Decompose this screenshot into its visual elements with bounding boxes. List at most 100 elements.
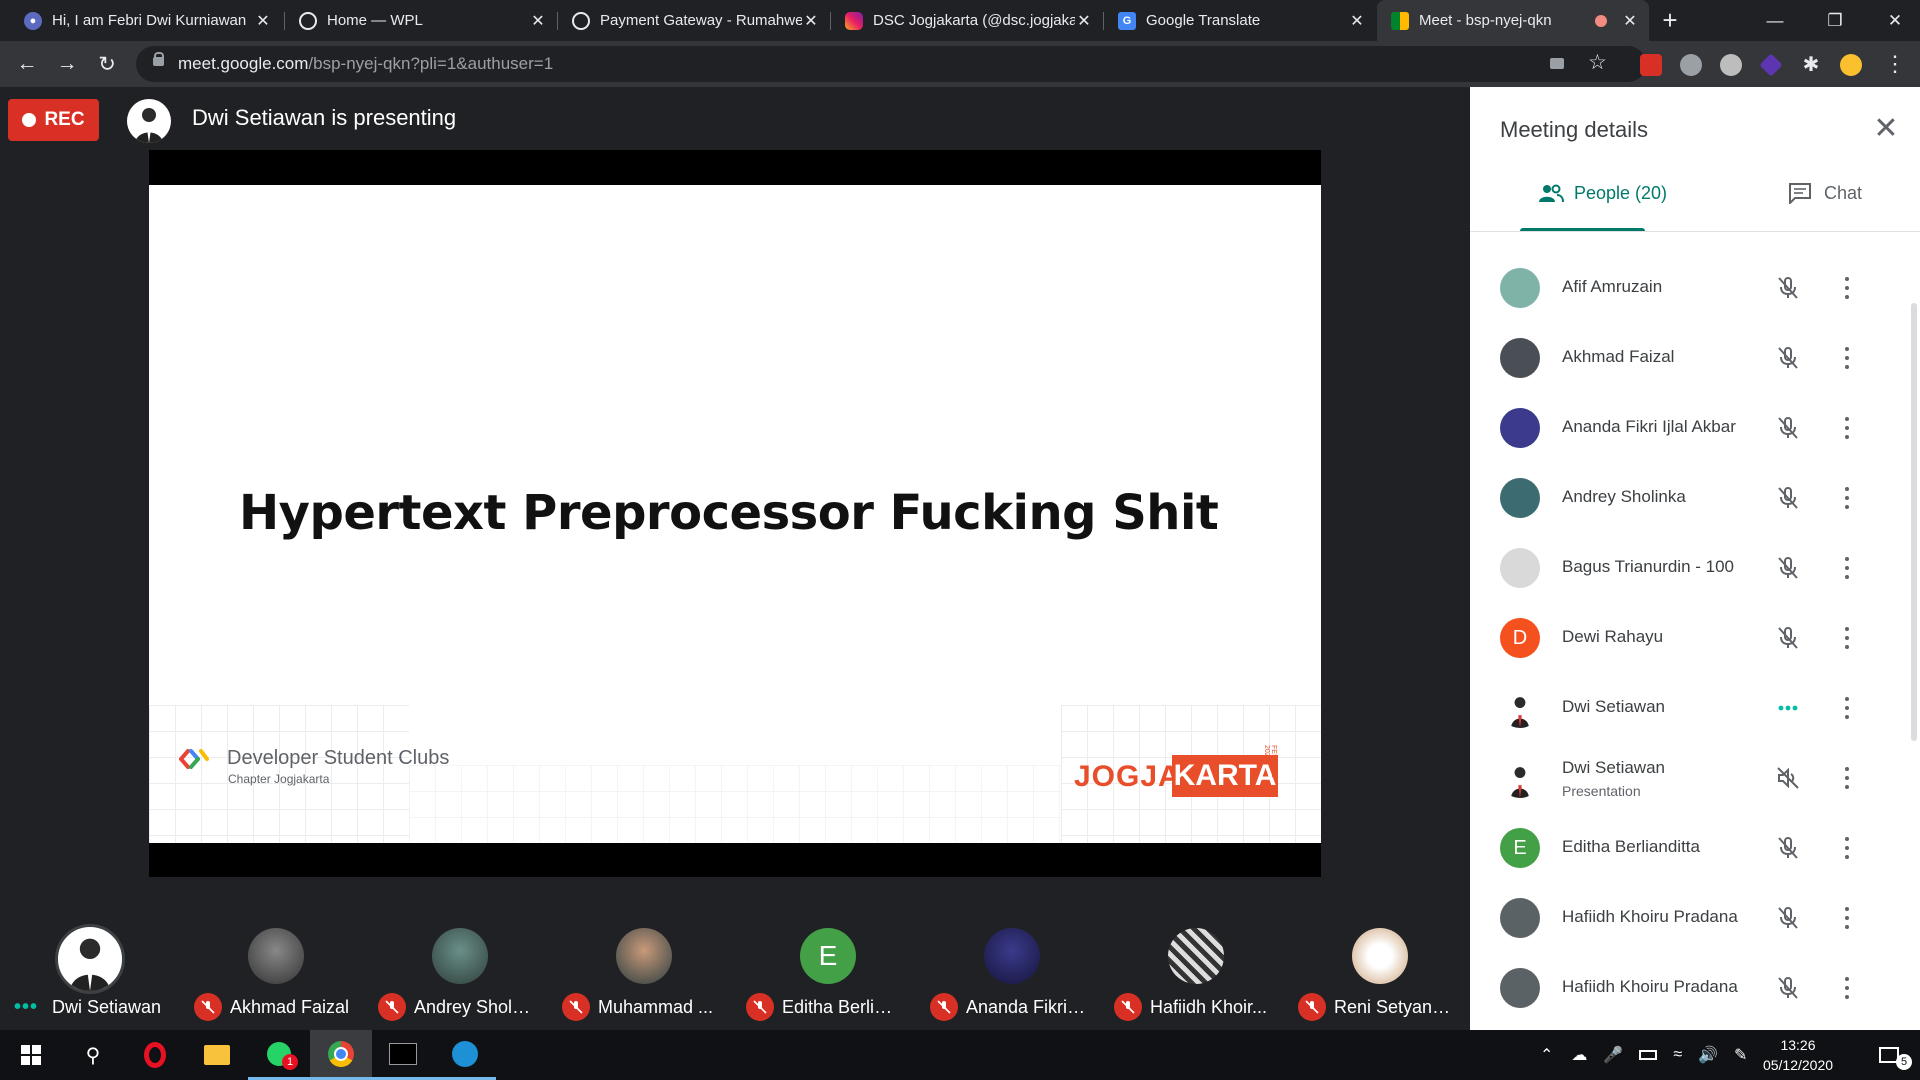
participant-row[interactable]: Ananda Fikri Ijlal Akbar <box>1470 393 1910 463</box>
participant-tile[interactable]: ••• Dwi Setiawan <box>0 880 184 1030</box>
more-options-icon[interactable] <box>1840 764 1854 792</box>
close-tab-icon[interactable]: ✕ <box>529 11 547 31</box>
participant-row[interactable]: E Editha Berlianditta <box>1470 813 1910 883</box>
participant-row[interactable]: Hafiidh Khoiru Pradana <box>1470 883 1910 953</box>
search-icon[interactable]: ⚲ <box>62 1030 124 1080</box>
windows-start-icon[interactable] <box>0 1030 62 1080</box>
close-tab-icon[interactable]: ✕ <box>802 11 820 31</box>
terminal-icon[interactable] <box>372 1030 434 1080</box>
address-bar[interactable]: meet.google.com/bsp-nyej-qkn?pli=1&authu… <box>136 46 1646 82</box>
more-options-icon[interactable] <box>1840 344 1854 372</box>
more-options-icon[interactable] <box>1840 414 1854 442</box>
wifi-icon[interactable]: ≈ <box>1673 1046 1682 1064</box>
avatar <box>616 928 672 984</box>
back-icon[interactable]: ← <box>12 49 42 79</box>
more-options-icon[interactable] <box>1840 484 1854 512</box>
chrome-icon[interactable] <box>310 1030 372 1080</box>
participant-row[interactable]: Akhmad Faizal <box>1470 323 1910 393</box>
forward-icon[interactable]: → <box>52 49 82 79</box>
close-window-icon[interactable]: ✕ <box>1865 0 1920 41</box>
edge-icon[interactable] <box>434 1030 496 1080</box>
profile-avatar[interactable] <box>1840 54 1862 76</box>
mic-off-icon <box>1775 835 1801 861</box>
panel-scrollbar[interactable] <box>1911 303 1917 741</box>
volume-off-icon <box>1775 765 1801 791</box>
restore-icon[interactable]: ❐ <box>1805 0 1865 41</box>
close-tab-icon[interactable]: ✕ <box>254 11 272 31</box>
browser-tab[interactable]: DSC Jogjakarta (@dsc.jogjakarta) ✕ <box>831 0 1103 41</box>
star-icon[interactable]: ☆ <box>1588 50 1607 75</box>
extension-cloud-icon[interactable] <box>1720 54 1742 76</box>
browser-tab[interactable]: Payment Gateway - Rumahweb ✕ <box>558 0 830 41</box>
more-options-icon[interactable] <box>1840 834 1854 862</box>
tab-chat[interactable]: Chat <box>1770 169 1880 217</box>
participant-tile[interactable]: E Editha Berlian... <box>736 880 920 1030</box>
file-explorer-icon[interactable] <box>186 1030 248 1080</box>
volume-icon[interactable]: 🔊 <box>1698 1045 1718 1065</box>
notification-center-icon[interactable]: 5 <box>1858 1030 1920 1080</box>
rec-label: REC <box>44 109 85 130</box>
more-options-icon[interactable] <box>1840 904 1854 932</box>
participant-row[interactable]: Andrey Sholinka <box>1470 463 1910 533</box>
participant-row[interactable]: D Dewi Rahayu <box>1470 603 1910 673</box>
camera-icon[interactable] <box>1550 58 1564 69</box>
opera-icon[interactable] <box>124 1030 186 1080</box>
browser-tab-active[interactable]: Meet - bsp-nyej-qkn ✕ <box>1377 0 1649 41</box>
new-tab-button[interactable]: + <box>1640 0 1700 41</box>
battery-icon[interactable] <box>1639 1050 1658 1060</box>
presenter-avatar <box>127 99 171 143</box>
more-options-icon[interactable] <box>1840 974 1854 1002</box>
avatar <box>432 928 488 984</box>
menu-more-icon[interactable]: ⋮ <box>1880 49 1910 79</box>
extension-globe-icon[interactable] <box>1680 54 1702 76</box>
participant-tile[interactable]: Andrey Sholin... <box>368 880 552 1030</box>
browser-tab[interactable]: G Google Translate ✕ <box>1104 0 1376 41</box>
avatar <box>1168 928 1224 984</box>
participant-label: Hafiidh Khoir... <box>1114 993 1288 1021</box>
avatar <box>1352 928 1408 984</box>
mic-off-icon <box>378 993 406 1021</box>
tab-people[interactable]: People (20) <box>1520 169 1685 217</box>
participant-tile[interactable]: Muhammad ... <box>552 880 736 1030</box>
extension-youtube-icon[interactable] <box>1640 54 1662 76</box>
participant-label: Editha Berlian... <box>746 993 920 1021</box>
tab-title: Hi, I am Febri Dwi Kurniawan <box>52 12 247 29</box>
participant-row[interactable]: Dwi Setiawan Presentation <box>1470 743 1910 813</box>
participant-tile[interactable]: Reni Setyanin... <box>1288 880 1472 1030</box>
onedrive-icon[interactable]: ☁ <box>1571 1045 1587 1065</box>
participant-row[interactable]: Afif Amruzain <box>1470 253 1910 323</box>
participant-tile[interactable]: Akhmad Faizal <box>184 880 368 1030</box>
participant-row[interactable]: Dwi Setiawan <box>1470 673 1910 743</box>
minimize-icon[interactable]: — <box>1745 0 1805 41</box>
participant-tile[interactable]: Ananda Fikri I... <box>920 880 1104 1030</box>
browser-tab[interactable]: ● Hi, I am Febri Dwi Kurniawan ✕ <box>10 0 282 41</box>
clock-time: 13:26 <box>1780 1037 1816 1053</box>
more-options-icon[interactable] <box>1840 274 1854 302</box>
whatsapp-icon[interactable]: 1 <box>248 1030 310 1080</box>
close-tab-icon[interactable]: ✕ <box>1348 11 1366 31</box>
participant-row[interactable]: Bagus Trianurdin - 100 <box>1470 533 1910 603</box>
avatar: D <box>1500 618 1540 658</box>
chat-icon <box>1788 183 1811 204</box>
participant-row[interactable]: Hafiidh Khoiru Pradana <box>1470 953 1910 1023</box>
extensions-puzzle-icon[interactable]: ✱ <box>1800 54 1822 76</box>
close-tab-icon[interactable]: ✕ <box>1075 11 1093 31</box>
people-icon <box>1538 184 1564 203</box>
browser-tab[interactable]: Home — WPL ✕ <box>285 0 557 41</box>
close-tab-icon[interactable]: ✕ <box>1621 11 1639 31</box>
microphone-icon[interactable]: 🎤 <box>1603 1045 1623 1065</box>
participant-name: Editha Berlianditta <box>1562 837 1700 856</box>
reload-icon[interactable]: ↻ <box>92 49 122 79</box>
meet-stage: REC Dwi Setiawan is presenting Hypertext… <box>0 87 1470 878</box>
more-options-icon[interactable] <box>1840 694 1854 722</box>
avatar <box>1500 688 1540 728</box>
close-panel-icon[interactable]: ✕ <box>1868 111 1904 147</box>
more-options-icon[interactable] <box>1840 554 1854 582</box>
show-hidden-icons-icon[interactable]: ⌃ <box>1540 1045 1553 1065</box>
more-options-icon[interactable] <box>1840 624 1854 652</box>
clock[interactable]: 13:26 05/12/2020 <box>1738 1035 1858 1075</box>
participant-tile[interactable]: Hafiidh Khoir... <box>1104 880 1288 1030</box>
participant-name: Ananda Fikri I... <box>966 996 1086 1017</box>
extension-diamond-icon[interactable] <box>1759 53 1783 77</box>
avatar <box>1500 338 1540 378</box>
